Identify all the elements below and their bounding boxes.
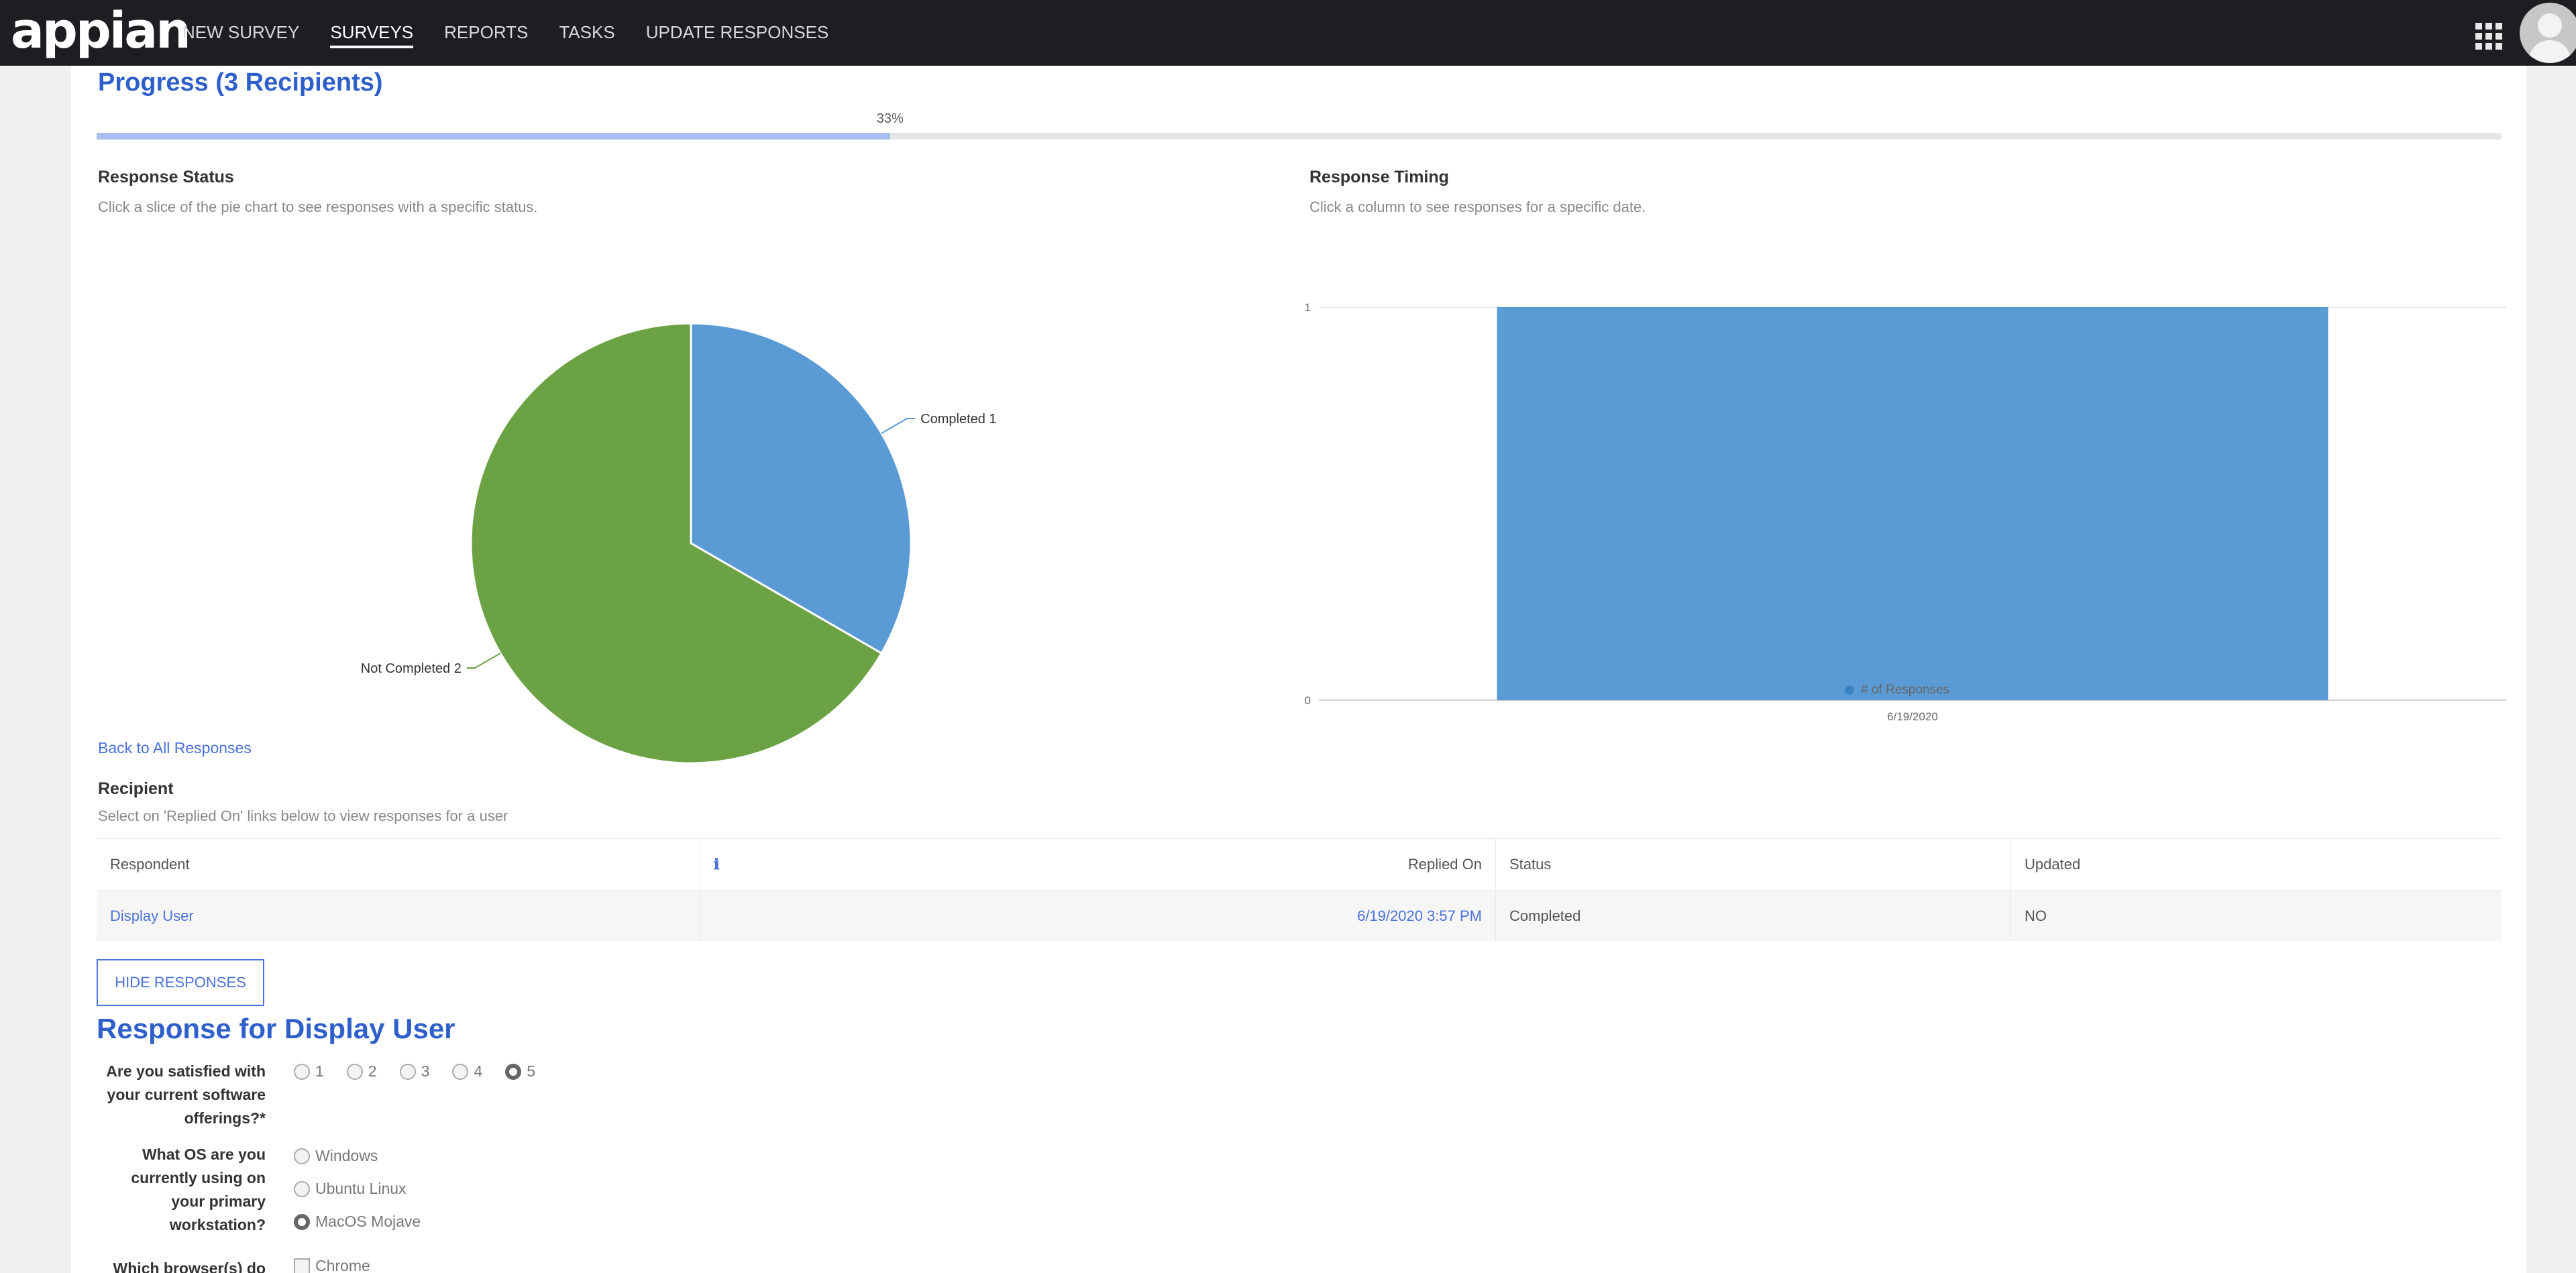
radio-selected-icon [505,1063,522,1080]
col-respondent[interactable]: Respondent [97,839,700,890]
user-avatar[interactable] [2520,3,2576,63]
q2-options: Windows Ubuntu Linux MacOS Mojave [294,1147,421,1231]
q1-option-2[interactable]: 2 [346,1062,377,1081]
pie-connector-completed [881,418,916,434]
q2-label: What OS are you currently using on your … [131,1146,266,1233]
tab-reports[interactable]: REPORTS [444,19,528,48]
y-tick-label: 0 [1305,694,1311,707]
response-status-subtitle: Click a slice of the pie chart to see re… [98,199,538,215]
q1-option-4[interactable]: 4 [452,1062,482,1081]
radio-icon [399,1063,416,1080]
legend-dot [1845,685,1854,695]
status-cell: Completed [1496,891,2011,941]
q2-option-windows[interactable]: Windows [294,1147,421,1165]
legend-label: # of Responses [1861,683,1950,697]
q3-label: Which browser(s) do [113,1260,266,1273]
progress-bar-fill [97,133,890,140]
response-status-title: Response Status [98,168,234,186]
response-timing-title: Response Timing [1309,168,1449,186]
progress-bar [97,133,2501,140]
table-row: Display User 6/19/2020 3:57 PM Completed… [97,890,2501,941]
tab-new-survey[interactable]: NEW SURVEY [182,19,299,48]
q1-option-1[interactable]: 1 [294,1062,324,1081]
top-nav-bar: appian NEW SURVEY SURVEYS REPORTS TASKS … [0,0,2576,66]
replied-on-link[interactable]: 6/19/2020 3:57 PM [700,891,1496,941]
hide-responses-button[interactable]: HIDE RESPONSES [97,959,264,1006]
radio-icon [294,1063,310,1080]
recipient-title: Recipient [98,779,174,798]
q1-option-5[interactable]: 5 [505,1062,535,1081]
response-timing-bar-chart: 0 1 6/19/2020 [1305,301,2506,723]
progress-title: Progress (3 Recipients) [98,68,383,97]
checkbox-icon [294,1258,310,1273]
q1-label: Are you satisfied with your current soft… [106,1062,266,1127]
pie-label-not-completed: Not Completed 2 [361,661,462,676]
tab-tasks[interactable]: TASKS [559,19,614,48]
radio-icon [294,1148,310,1164]
radio-selected-icon [294,1213,310,1230]
response-timing-subtitle: Click a column to see responses for a sp… [1309,199,1646,215]
response-status-pie-chart: Completed 1 Not Completed 2 [361,322,997,765]
q2-option-ubuntu[interactable]: Ubuntu Linux [294,1180,421,1198]
grid-header: Respondent ℹ Replied On Status Updated [97,839,2501,890]
radio-icon [346,1063,363,1080]
respondent-link[interactable]: Display User [97,891,700,941]
radio-icon [452,1063,469,1080]
bar-0[interactable] [1497,307,2328,700]
radio-icon [294,1180,310,1197]
recipient-subtitle: Select on 'Replied On' links below to vi… [98,808,508,824]
tab-surveys[interactable]: SURVEYS [330,19,414,48]
q2-option-macos[interactable]: MacOS Mojave [294,1213,421,1231]
pie-label-completed: Completed 1 [920,412,996,427]
bar-chart-legend: # of Responses [1845,683,1949,698]
col-replied-on[interactable]: ℹ Replied On [700,839,1496,890]
page-content: Progress (3 Recipients) 33% Response Sta… [71,66,2526,1273]
appian-logo[interactable]: appian [11,4,191,58]
q1-options: 1 2 3 4 5 [294,1062,535,1081]
updated-cell: NO [2025,907,2047,924]
q3-option-chrome[interactable]: Chrome [294,1257,370,1273]
tab-update-responses[interactable]: UPDATE RESPONSES [646,19,829,48]
recipient-grid: Respondent ℹ Replied On Status Updated D… [97,838,2501,941]
main-nav: NEW SURVEY SURVEYS REPORTS TASKS UPDATE … [182,19,828,48]
app-launcher-icon[interactable] [2475,23,2502,50]
x-tick-label: 6/19/2020 [1887,710,1938,723]
back-to-all-responses-link[interactable]: Back to All Responses [98,739,252,757]
response-title: Response for Display User [97,1013,455,1044]
progress-percent: 33% [876,111,904,126]
q1-option-3[interactable]: 3 [399,1062,429,1081]
q3-options: Chrome [294,1257,370,1273]
y-tick-label: 1 [1305,301,1311,314]
col-status[interactable]: Status [1496,839,2011,890]
info-icon: ℹ [714,856,720,873]
col-updated[interactable]: Updated [2011,839,2501,890]
col-replied-on-label: Replied On [1407,856,1482,873]
pie-connector-not-completed [466,653,501,669]
